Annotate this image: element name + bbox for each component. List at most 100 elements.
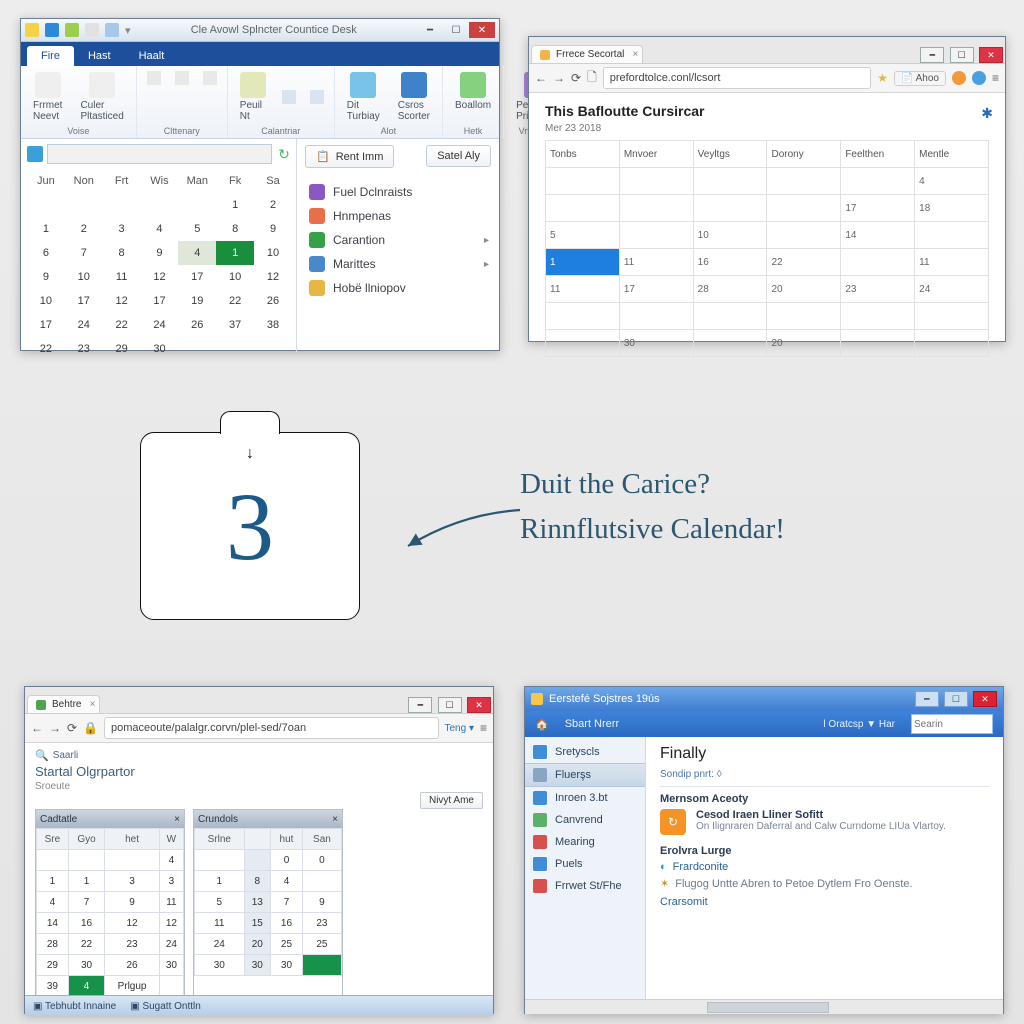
maximize-button[interactable]: ☐ [443, 22, 469, 38]
calendar-day[interactable]: 26 [178, 313, 216, 337]
calendar-cell[interactable]: 11 [915, 249, 989, 276]
calendar-cell[interactable]: 11 [546, 276, 620, 303]
calendar-day[interactable]: 16 [271, 913, 303, 934]
calendar-day[interactable]: 10 [254, 241, 292, 265]
calendar-day[interactable]: 30 [195, 955, 245, 976]
calendar-cell[interactable] [619, 222, 693, 249]
calendar-day[interactable] [195, 850, 245, 871]
bookmark-icon[interactable]: ★ [877, 71, 888, 85]
calendar-day[interactable]: 10 [27, 289, 65, 313]
search-input[interactable] [911, 714, 993, 734]
calendar-day[interactable]: 23 [65, 337, 103, 361]
calendar-day[interactable]: 11 [103, 265, 141, 289]
tab-close-icon[interactable]: × [633, 49, 639, 60]
calendar-cell[interactable] [915, 330, 989, 357]
side-link[interactable]: Hnmpenas [307, 204, 491, 228]
calendar-day[interactable]: 29 [37, 955, 69, 976]
calendar-cell[interactable]: 20 [767, 330, 841, 357]
calendar-day[interactable]: 12 [254, 265, 292, 289]
calendar-day[interactable]: 1 [37, 871, 69, 892]
panel-close-icon[interactable]: × [332, 814, 338, 825]
back-button[interactable]: ← [535, 71, 547, 85]
link-item[interactable]: ◐ Frardconite [660, 861, 989, 873]
calendar-cell[interactable] [767, 222, 841, 249]
calendar-cell[interactable] [767, 195, 841, 222]
qat-icon[interactable] [65, 23, 79, 37]
calendar-cell[interactable] [841, 330, 915, 357]
calendar-day[interactable]: 8 [216, 217, 254, 241]
ribbon-tab[interactable]: Hast [74, 46, 125, 66]
calendar-day[interactable]: 4 [271, 871, 303, 892]
mini-calendar[interactable]: JunNonFrtWisManFkSa121234589678941109101… [27, 169, 292, 361]
calendar-cell[interactable] [619, 195, 693, 222]
calendar-day[interactable]: 9 [302, 892, 341, 913]
calendar-day[interactable]: 2 [65, 217, 103, 241]
calendar-cell[interactable] [546, 195, 620, 222]
calendar-day[interactable]: 24 [159, 934, 183, 955]
ribbon-tab[interactable]: Fire [27, 46, 74, 66]
calendar-day[interactable]: 0 [302, 850, 341, 871]
ext-icon[interactable] [972, 71, 986, 85]
calendar-day[interactable]: 2 [254, 193, 292, 217]
ribbon-small-button[interactable] [143, 70, 165, 86]
calendar-cell[interactable] [619, 168, 693, 195]
calendar-cell[interactable]: 4 [915, 168, 989, 195]
side-link[interactable]: Fuel Dclnraists [307, 180, 491, 204]
calendar-day[interactable]: Prlgup [105, 976, 160, 996]
calendar-day[interactable] [302, 955, 341, 976]
calendar-day[interactable]: 30 [68, 955, 105, 976]
calendar-day[interactable]: 24 [65, 313, 103, 337]
toolbar-right[interactable]: l Oratcsp ▼ Har [823, 719, 895, 730]
calendar-day[interactable]: 7 [68, 892, 105, 913]
calendar-day[interactable]: 24 [141, 313, 179, 337]
calendar-day[interactable]: 19 [178, 289, 216, 313]
calendar-day[interactable]: 28 [37, 934, 69, 955]
calendar-day[interactable]: 17 [65, 289, 103, 313]
calendar-cell[interactable] [915, 222, 989, 249]
calendar-cell[interactable] [767, 303, 841, 330]
close-button[interactable]: ✕ [973, 691, 997, 707]
calendar-day[interactable]: 24 [195, 934, 245, 955]
calendar-day[interactable]: 3 [103, 217, 141, 241]
month-grid[interactable]: TonbsMnvoerVeyltgsDoronyFeelthenMentle41… [545, 140, 989, 357]
sidebar-item[interactable]: Sretyscls [525, 741, 645, 763]
close-button[interactable]: ✕ [469, 22, 495, 38]
side-button-left[interactable]: 📋 Rent Imm [305, 145, 394, 168]
calendar-day[interactable]: 30 [141, 337, 179, 361]
calendar-cell[interactable]: 28 [693, 276, 767, 303]
calendar-day[interactable]: 37 [216, 313, 254, 337]
dropdown-chip[interactable]: Teng ▾ [445, 723, 474, 734]
ribbon-button[interactable]: Csros Scorter [392, 70, 436, 124]
calendar-day[interactable] [216, 337, 254, 361]
calendar-day[interactable]: 12 [103, 289, 141, 313]
calendar-cell[interactable] [693, 303, 767, 330]
close-button[interactable]: ✕ [467, 697, 491, 713]
ext-icon[interactable] [952, 71, 966, 85]
calendar-cell[interactable]: 18 [915, 195, 989, 222]
sidebar-item[interactable]: Fluerşs [525, 763, 645, 787]
sidebar-item[interactable]: Canvrend [525, 809, 645, 831]
calendar-cell[interactable] [546, 303, 620, 330]
reload-button[interactable]: ⟳ [67, 721, 77, 735]
sidebar-item[interactable]: Frrwet St/Fhe [525, 875, 645, 897]
calendar-day[interactable]: 12 [105, 913, 160, 934]
calendar-day[interactable]: 8 [244, 871, 271, 892]
calendar-cell[interactable] [693, 330, 767, 357]
calendar-cell[interactable]: 10 [693, 222, 767, 249]
calendar-cell[interactable] [693, 195, 767, 222]
side-link[interactable]: Marittes▸ [307, 252, 491, 276]
calendar-day[interactable]: 25 [302, 934, 341, 955]
calendar-day[interactable]: 5 [195, 892, 245, 913]
qat-icon[interactable] [105, 23, 119, 37]
home-icon[interactable]: 🏠 [535, 718, 549, 731]
minimize-button[interactable]: ━ [417, 22, 443, 38]
side-link[interactable]: Hobë llniopov [307, 276, 491, 300]
calendar-day[interactable]: 17 [27, 313, 65, 337]
calendar-cell[interactable]: 23 [841, 276, 915, 303]
calendar-cell[interactable]: 30 [619, 330, 693, 357]
calendar-day[interactable]: 14 [37, 913, 69, 934]
calendar-cell[interactable]: 17 [841, 195, 915, 222]
calendar-day[interactable]: 3 [105, 871, 160, 892]
calendar-cell[interactable] [841, 249, 915, 276]
calendar-day[interactable] [65, 193, 103, 217]
